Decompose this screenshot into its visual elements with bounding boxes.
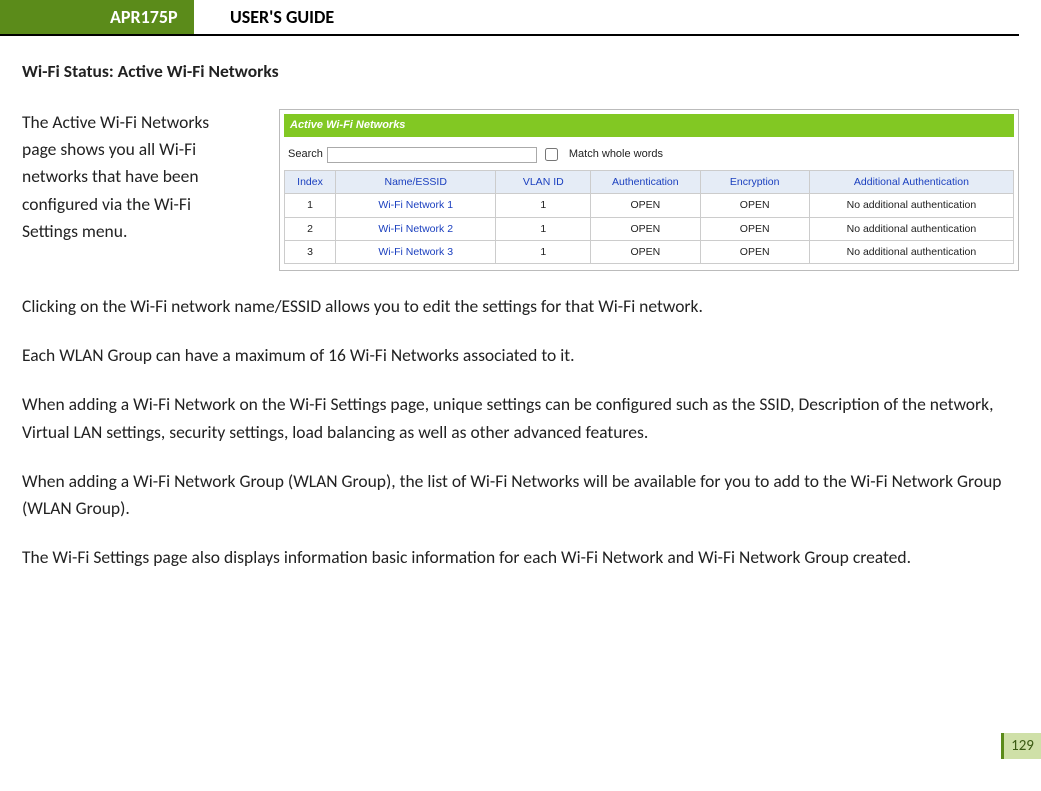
- cell-enc: OPEN: [700, 240, 809, 263]
- col-header-auth[interactable]: Authentication: [591, 171, 700, 194]
- cell-index: 1: [285, 194, 336, 217]
- cell-enc: OPEN: [700, 217, 809, 240]
- col-header-name[interactable]: Name/ESSID: [336, 171, 496, 194]
- paragraph: The Wi-Fi Settings page also displays in…: [22, 544, 1019, 571]
- search-label: Search: [288, 146, 323, 163]
- cell-name-link[interactable]: Wi-Fi Network 3: [336, 240, 496, 263]
- cell-name-link[interactable]: Wi-Fi Network 2: [336, 217, 496, 240]
- cell-addl: No additional authentication: [809, 194, 1013, 217]
- cell-addl: No additional authentication: [809, 217, 1013, 240]
- cell-index: 2: [285, 217, 336, 240]
- match-whole-words-label: Match whole words: [569, 146, 663, 163]
- table-row: 1 Wi-Fi Network 1 1 OPEN OPEN No additio…: [285, 194, 1014, 217]
- search-input[interactable]: [327, 147, 537, 163]
- cell-vlan: 1: [496, 217, 591, 240]
- content-area: Wi-Fi Status: Active Wi-Fi Networks The …: [0, 36, 1041, 571]
- header-bar: APR175P USER'S GUIDE: [0, 0, 1019, 36]
- page-number: 129: [1001, 733, 1041, 759]
- cell-vlan: 1: [496, 194, 591, 217]
- cell-name-link[interactable]: Wi-Fi Network 1: [336, 194, 496, 217]
- table-row: 2 Wi-Fi Network 2 1 OPEN OPEN No additio…: [285, 217, 1014, 240]
- cell-auth: OPEN: [591, 240, 700, 263]
- model-tab: APR175P: [0, 0, 194, 34]
- cell-addl: No additional authentication: [809, 240, 1013, 263]
- cell-index: 3: [285, 240, 336, 263]
- cell-enc: OPEN: [700, 194, 809, 217]
- paragraph: Each WLAN Group can have a maximum of 16…: [22, 342, 1019, 369]
- cell-auth: OPEN: [591, 194, 700, 217]
- col-header-index[interactable]: Index: [285, 171, 336, 194]
- col-header-vlan[interactable]: VLAN ID: [496, 171, 591, 194]
- col-header-addl[interactable]: Additional Authentication: [809, 171, 1013, 194]
- intro-paragraph: The Active Wi-Fi Networks page shows you…: [22, 109, 262, 245]
- section-heading: Wi-Fi Status: Active Wi-Fi Networks: [22, 58, 1019, 85]
- table-header-row: Index Name/ESSID VLAN ID Authentication …: [285, 171, 1014, 194]
- col-header-enc[interactable]: Encryption: [700, 171, 809, 194]
- paragraph: When adding a Wi-Fi Network Group (WLAN …: [22, 468, 1019, 522]
- active-wifi-table: Index Name/ESSID VLAN ID Authentication …: [284, 170, 1014, 264]
- active-wifi-panel: Active Wi-Fi Networks Search Match whole…: [279, 109, 1019, 271]
- paragraph: When adding a Wi-Fi Network on the Wi-Fi…: [22, 391, 1019, 445]
- doc-title: USER'S GUIDE: [230, 0, 334, 34]
- panel-title: Active Wi-Fi Networks: [284, 114, 1014, 137]
- panel-search-row: Search Match whole words: [284, 145, 1014, 170]
- cell-vlan: 1: [496, 240, 591, 263]
- table-row: 3 Wi-Fi Network 3 1 OPEN OPEN No additio…: [285, 240, 1014, 263]
- intro-row: The Active Wi-Fi Networks page shows you…: [22, 109, 1019, 271]
- match-whole-words-checkbox[interactable]: [545, 148, 558, 161]
- paragraph: Clicking on the Wi-Fi network name/ESSID…: [22, 293, 1019, 320]
- cell-auth: OPEN: [591, 217, 700, 240]
